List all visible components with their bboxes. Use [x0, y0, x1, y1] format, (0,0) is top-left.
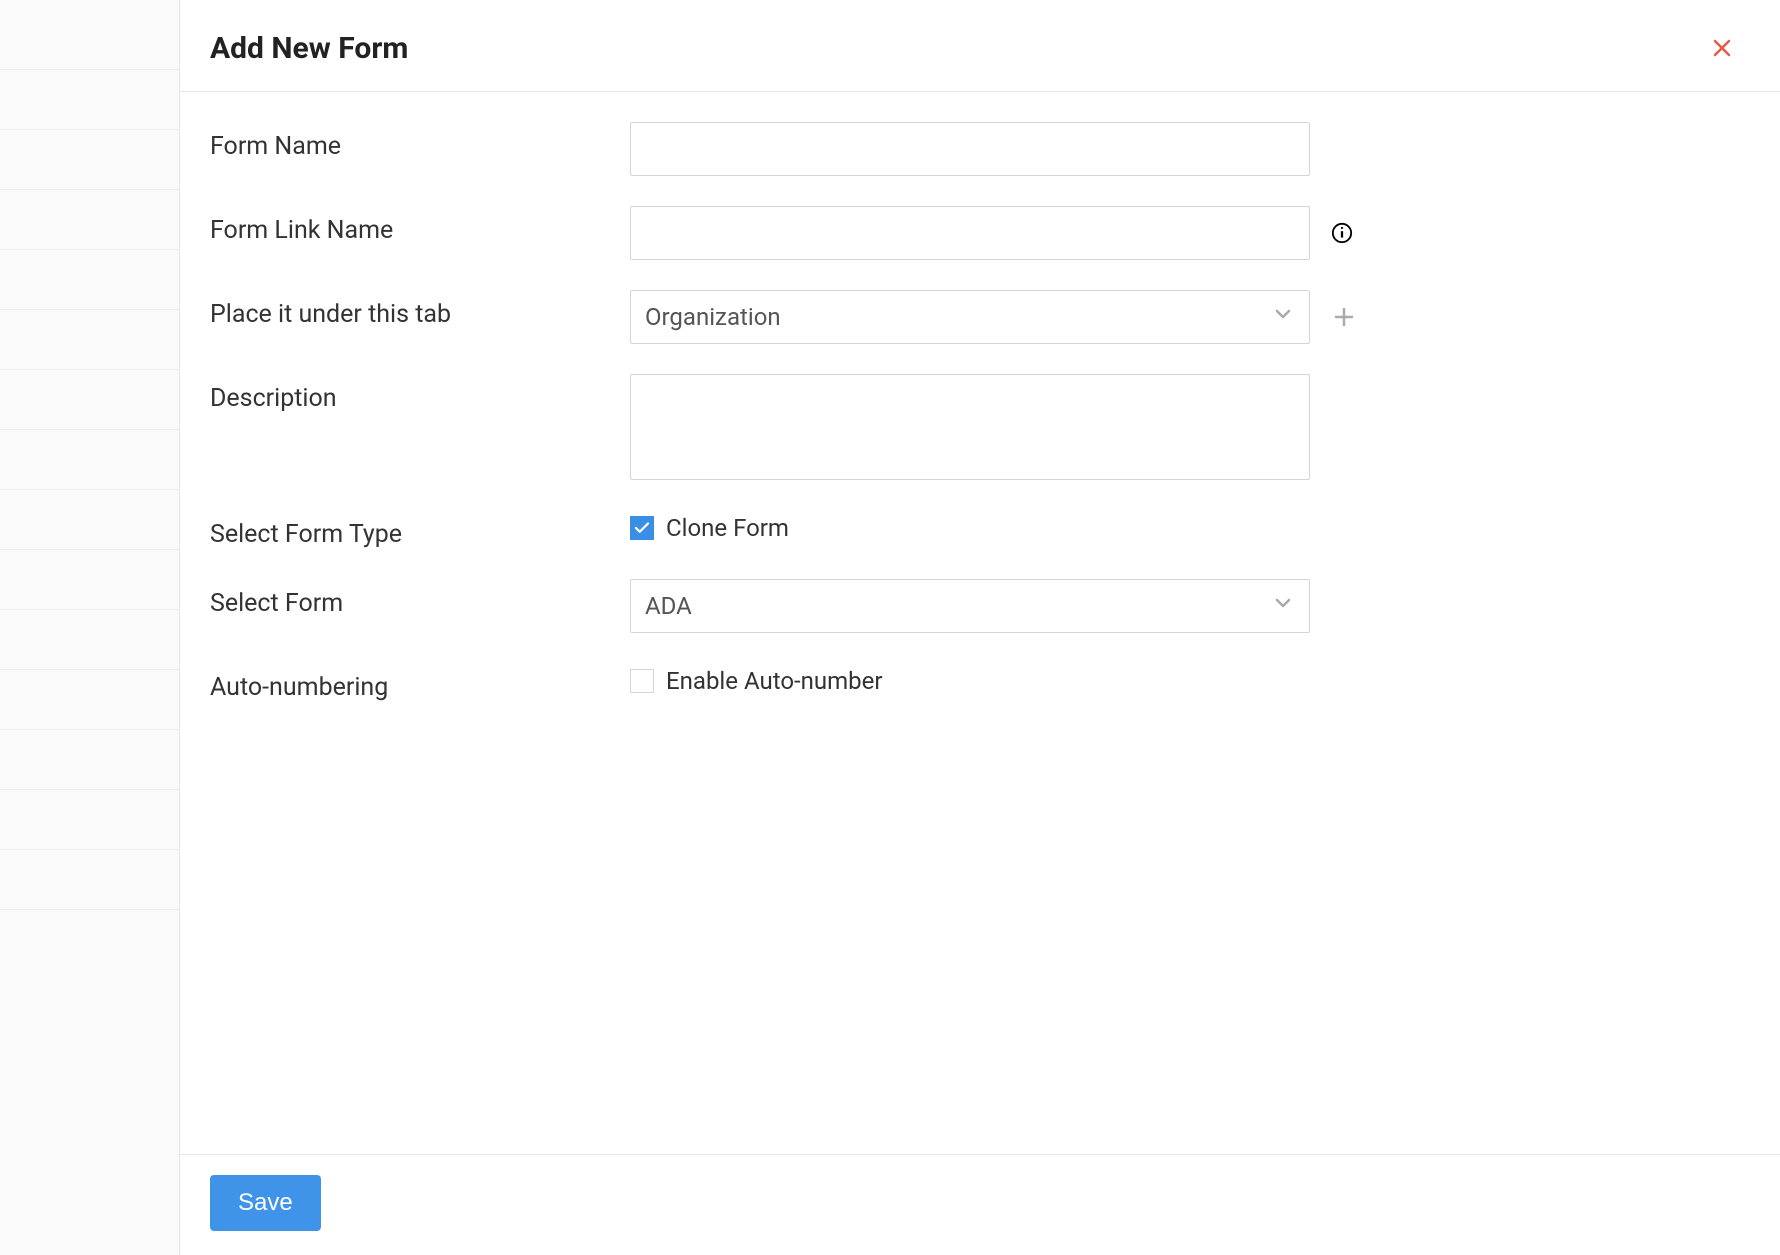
form-type-label: Select Form Type — [210, 510, 630, 549]
auto-numbering-row: Auto-numbering Enable Auto-number — [210, 663, 1750, 702]
form-link-name-row: Form Link Name — [210, 206, 1750, 260]
tab-selected-value: Organization — [645, 303, 781, 331]
form-selected-value: ADA — [645, 592, 692, 620]
select-form-row: Select Form ADA — [210, 579, 1750, 633]
dialog-header: Add New Form — [180, 0, 1780, 92]
dialog-title: Add New Form — [210, 31, 408, 66]
chevron-down-icon — [1271, 302, 1295, 332]
save-button[interactable]: Save — [210, 1175, 321, 1231]
sidebar-item — [0, 610, 179, 670]
sidebar-item — [0, 130, 179, 190]
sidebar-item — [0, 490, 179, 550]
close-button[interactable] — [1704, 30, 1740, 66]
tab-row: Place it under this tab Organization — [210, 290, 1750, 344]
sidebar-item — [0, 850, 179, 910]
form-link-name-input[interactable] — [630, 206, 1310, 260]
enable-auto-label: Enable Auto-number — [666, 667, 883, 695]
select-form-label: Select Form — [210, 579, 630, 618]
add-tab-button[interactable] — [1330, 303, 1358, 331]
sidebar-item — [0, 190, 179, 250]
form-name-input[interactable] — [630, 122, 1310, 176]
enable-auto-checkbox[interactable] — [630, 669, 654, 693]
sidebar-item — [0, 730, 179, 790]
enable-auto-checkbox-wrap: Enable Auto-number — [630, 663, 883, 695]
plus-icon — [1332, 305, 1356, 329]
clone-form-checkbox-wrap: Clone Form — [630, 510, 789, 542]
sidebar-item — [0, 670, 179, 730]
sidebar-item — [0, 310, 179, 370]
description-row: Description — [210, 374, 1750, 480]
description-input[interactable] — [630, 374, 1310, 480]
tab-select[interactable]: Organization — [630, 290, 1310, 344]
sidebar-item — [0, 250, 179, 310]
close-icon — [1710, 36, 1734, 60]
check-icon — [633, 519, 651, 537]
form-type-row: Select Form Type Clone Form — [210, 510, 1750, 549]
info-icon[interactable] — [1330, 221, 1354, 245]
add-form-dialog: Add New Form Form Name Form Link Name — [180, 0, 1780, 1255]
sidebar-item — [0, 370, 179, 430]
sidebar-items — [0, 0, 179, 910]
form-select[interactable]: ADA — [630, 579, 1310, 633]
clone-form-label: Clone Form — [666, 514, 789, 542]
tab-label: Place it under this tab — [210, 290, 630, 329]
dialog-footer: Save — [180, 1154, 1780, 1255]
auto-numbering-label: Auto-numbering — [210, 663, 630, 702]
description-label: Description — [210, 374, 630, 413]
clone-form-checkbox[interactable] — [630, 516, 654, 540]
sidebar-item — [0, 70, 179, 130]
sidebar-item — [0, 790, 179, 850]
sidebar-item — [0, 10, 179, 70]
chevron-down-icon — [1271, 591, 1295, 621]
sidebar-background — [0, 0, 180, 1255]
form-name-row: Form Name — [210, 122, 1750, 176]
dialog-body: Form Name Form Link Name Place it under … — [180, 92, 1780, 762]
form-link-name-label: Form Link Name — [210, 206, 630, 245]
sidebar-item — [0, 550, 179, 610]
form-name-label: Form Name — [210, 122, 630, 161]
sidebar-item — [0, 430, 179, 490]
